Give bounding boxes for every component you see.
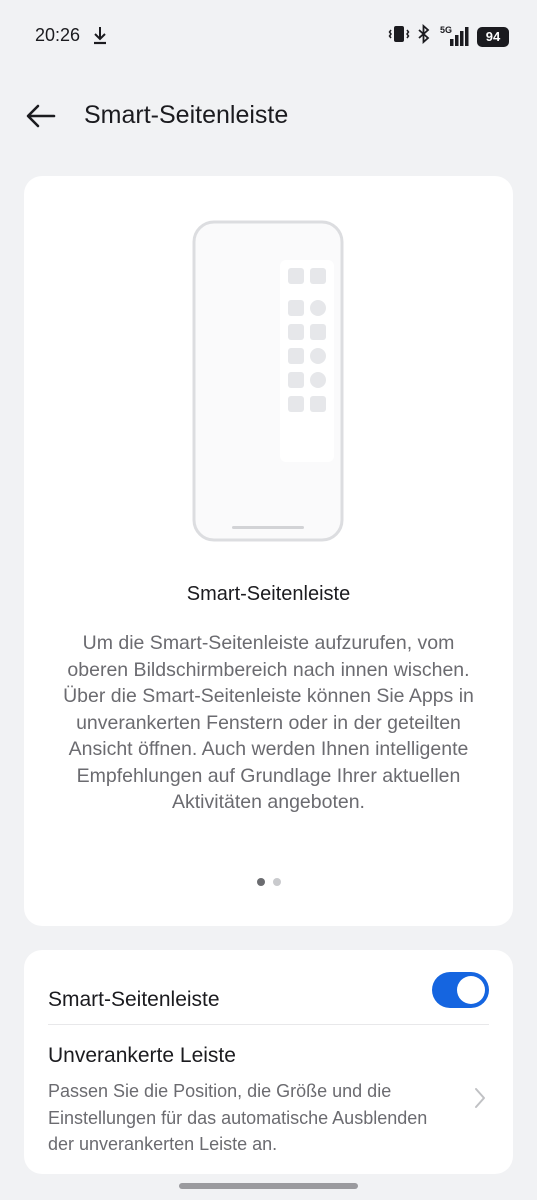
smart-sidebar-toggle-row[interactable]: Smart-Seitenleiste: [48, 972, 489, 1026]
floating-bar-row[interactable]: Unverankerte Leiste Passen Sie die Posit…: [48, 1042, 489, 1162]
divider: [48, 1024, 489, 1025]
download-icon: [92, 25, 108, 50]
smart-sidebar-switch[interactable]: [432, 972, 489, 1008]
phone-illustration: [192, 220, 344, 549]
signal-icon: 5G: [438, 25, 470, 47]
back-button[interactable]: [24, 100, 60, 132]
floating-bar-title: Unverankerte Leiste: [48, 1044, 236, 1067]
hero-card: Smart-Seitenleiste Um die Smart-Seitenle…: [24, 176, 513, 926]
page-title: Smart-Seitenleiste: [84, 101, 289, 129]
status-time: 20:26: [35, 25, 81, 45]
arrow-left-icon: [26, 104, 56, 128]
floating-bar-description: Passen Sie die Position, die Größe und d…: [48, 1081, 428, 1154]
toggle-label: Smart-Seitenleiste: [48, 988, 220, 1011]
hero-title: Smart-Seitenleiste: [186, 583, 351, 605]
app-bar: Smart-Seitenleiste: [0, 90, 537, 142]
status-icons: 5G 94: [388, 23, 509, 49]
chevron-right-icon: [473, 1086, 487, 1115]
switch-knob: [457, 976, 485, 1004]
status-bar: 20:26 5G 94: [0, 0, 537, 70]
vibrate-icon: [388, 24, 410, 49]
page-dot[interactable]: [272, 878, 281, 886]
bluetooth-icon: [417, 23, 431, 49]
hero-description: Um die Smart-Seitenleiste aufzurufen, vo…: [63, 632, 474, 813]
home-indicator[interactable]: [179, 1183, 358, 1189]
page-indicator: [24, 878, 513, 886]
page-dot-active[interactable]: [256, 878, 265, 886]
battery-icon: 94: [477, 26, 509, 47]
settings-card: Smart-Seitenleiste Unverankerte Leiste P…: [24, 950, 513, 1174]
